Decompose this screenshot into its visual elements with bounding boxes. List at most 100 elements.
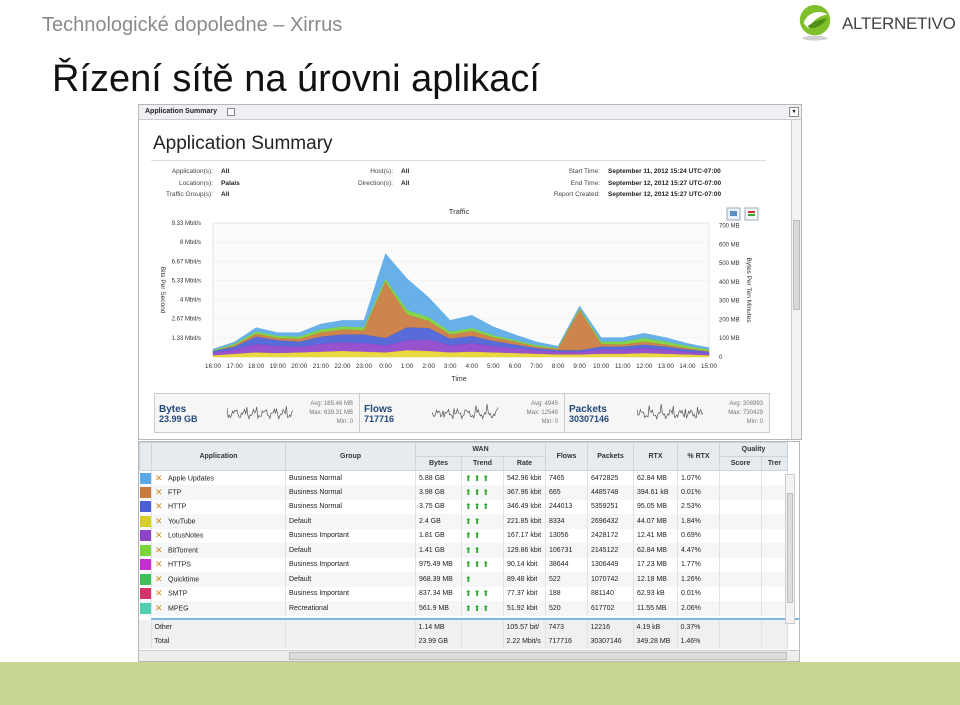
cell-bytes: 561.9 MB (415, 601, 462, 616)
cell-packets: 4485748 (587, 485, 634, 500)
trend-up-icon: ⬆ (473, 473, 481, 483)
column-header-rate[interactable]: Rate (503, 456, 546, 471)
cell-score (719, 601, 762, 616)
trend-up-icon: ⬆ (473, 560, 481, 570)
trend-up-icon: ⬆ (465, 574, 472, 584)
trend-up-icon: ⬆ (482, 502, 490, 512)
table-vertical-scrollbar[interactable] (785, 474, 795, 624)
column-header-group[interactable]: Group (285, 442, 416, 471)
trend-up-icon: ⬆ (482, 487, 490, 497)
cell-packets: 617702 (587, 601, 634, 616)
cell-quality-trend (761, 485, 789, 500)
cell-pct-rtx: 0.69% (677, 528, 720, 543)
table-row[interactable]: ✕ LotusNotes Business Important 1.81 GB ⬆ ⬆ 16… (139, 528, 789, 543)
trend-up-icon: ⬆ (482, 603, 490, 613)
cell-rate: 89.48 kbit (503, 572, 546, 587)
x-tick-label: 12:00 (636, 363, 653, 370)
table-row[interactable]: ✕ HTTPS Business Important 975.49 MB ⬆ ⬆ ⬆ 90.1… (139, 557, 789, 572)
application-table: Application Group WAN Flows Packets RTX … (139, 442, 789, 616)
row-color-swatch (139, 557, 152, 572)
cell-application: Total (151, 634, 286, 649)
cell-pct-rtx: 1.07% (677, 470, 720, 485)
cell-pct-rtx: 1.26% (677, 572, 720, 587)
trend-up-icon: ⬆ (473, 603, 481, 613)
x-tick-label: 15:00 (701, 363, 718, 370)
cell-trend: ⬆ ⬆ ⬆ (461, 470, 504, 485)
cell-rate: 542.96 kbit (503, 470, 546, 485)
cell-group: Recreational (285, 601, 416, 616)
table-row[interactable]: ✕ YouTube Default 2.4 GB ⬆ ⬆ 221.85 kbit 8334 26… (139, 514, 789, 529)
trend-up-icon: ⬆ (465, 560, 472, 570)
column-header-trend-quality[interactable]: Trer (760, 456, 789, 471)
table-row[interactable]: ✕ MPEG Recreational 561.9 MB ⬆ ⬆ ⬆ 51.92 kbit 52… (139, 601, 789, 616)
cell-packets: 1306449 (587, 557, 634, 572)
column-header-packets[interactable]: Packets (587, 442, 634, 471)
column-header-application[interactable]: Application (151, 442, 286, 471)
y-tick-label: 4 Mbit/s (180, 298, 201, 304)
column-header-bytes[interactable]: Bytes (415, 456, 462, 471)
cell-flows: 7473 (545, 620, 588, 635)
cell-trend: ⬆ ⬆ ⬆ (461, 586, 504, 601)
y2-tick-label: 100 MB (719, 336, 740, 342)
cell-rtx: 12.41 MB (633, 528, 678, 543)
row-color-swatch (139, 514, 152, 529)
row-color-swatch (139, 572, 152, 587)
cell-packets: 2145122 (587, 543, 634, 558)
x-tick-label: 5:00 (487, 363, 500, 370)
table-row[interactable]: ✕ SMTP Business Important 837.34 MB ⬆ ⬆ ⬆ 77.37… (139, 586, 789, 601)
scrollbar-thumb[interactable] (793, 220, 800, 310)
column-header-flows[interactable]: Flows (545, 442, 588, 471)
cell-quality-trend (761, 470, 789, 485)
application-icon: ✕ (155, 559, 163, 570)
table-footer: Other 1.14 MB 105.57 bit/7473 12216 4.19 kB 0… (139, 620, 788, 649)
export-icons (726, 207, 759, 221)
cell-rtx: 12.18 MB (633, 572, 678, 587)
sparkline (432, 403, 499, 420)
cell-application: ✕ YouTube (151, 514, 286, 529)
x-tick-label: 14:00 (679, 363, 696, 370)
cell-rate: 367.96 kbit (503, 485, 546, 500)
column-header-trend[interactable]: Trend (461, 456, 504, 471)
cell-group: Default (285, 514, 416, 529)
cell-pct-rtx: 0.01% (677, 485, 720, 500)
table-row[interactable]: ✕ FTP Business Normal 3.98 GB ⬆ ⬆ ⬆ 367.96 kbit… (139, 485, 789, 500)
column-header-rtx[interactable]: RTX (633, 442, 678, 471)
panel-dropdown-icon[interactable]: ▾ (789, 107, 799, 117)
cell-rate: 51.92 kbit (503, 601, 546, 616)
application-icon: ✕ (155, 486, 163, 497)
cell-quality-trend (761, 586, 789, 601)
cell-flows: 522 (545, 572, 588, 587)
y2-tick-label: 700 MB (719, 224, 740, 230)
scrollbar-thumb[interactable] (289, 652, 787, 660)
cell-application: ✕ MPEG (151, 601, 286, 616)
x-tick-label: 22:00 (334, 363, 351, 370)
x-tick-label: 10:00 (593, 363, 610, 370)
x-tick-label: 2:00 (422, 363, 435, 370)
panel-vertical-scrollbar[interactable] (791, 120, 801, 439)
cell-bytes: 3.75 GB (415, 499, 462, 514)
cell-quality-trend (761, 528, 789, 543)
table-row[interactable]: ✕ BitTorrent Default 1.41 GB ⬆ ⬆ 129.86 kbit 10… (139, 543, 789, 558)
cell-rtx: 11.55 MB (633, 601, 678, 616)
table-row[interactable]: ✕ Apple Updates Business Normal 5.88 GB ⬆ ⬆ ⬆ 5… (139, 470, 789, 485)
table-footer-row: Total 23.99 GB 2.22 Mbit/s 717716 30307146 34… (139, 634, 788, 649)
table-row[interactable]: ✕ HTTP Business Normal 3.75 GB ⬆ ⬆ ⬆ 346.49 kbi… (139, 499, 789, 514)
cell-packets: 5359251 (587, 499, 634, 514)
cell-rtx: 44.07 MB (633, 514, 678, 529)
table-row[interactable]: ✕ Quicktime Default 968.39 MB ⬆ 89.48 kbit 522… (139, 572, 789, 587)
row-color-swatch (139, 499, 152, 514)
y2-tick-label: 400 MB (719, 280, 740, 286)
row-color-swatch (139, 470, 152, 485)
column-header-pct-rtx[interactable]: % RTX (677, 442, 720, 471)
scrollbar-thumb[interactable] (787, 493, 793, 603)
cell-pct-rtx: 1.77% (677, 557, 720, 572)
cell-flows: 520 (545, 601, 588, 616)
table-horizontal-scrollbar[interactable] (139, 650, 799, 661)
bytes-sparkline (227, 406, 294, 421)
cell-flows: 717716 (545, 634, 588, 649)
cell-packets: 2696432 (587, 514, 634, 529)
cell-rtx: 62.84 MB (633, 543, 678, 558)
cell-rtx: 394.61 kB (633, 485, 678, 500)
y2-tick-label: 600 MB (719, 242, 740, 248)
column-header-score[interactable]: Score (719, 456, 762, 471)
